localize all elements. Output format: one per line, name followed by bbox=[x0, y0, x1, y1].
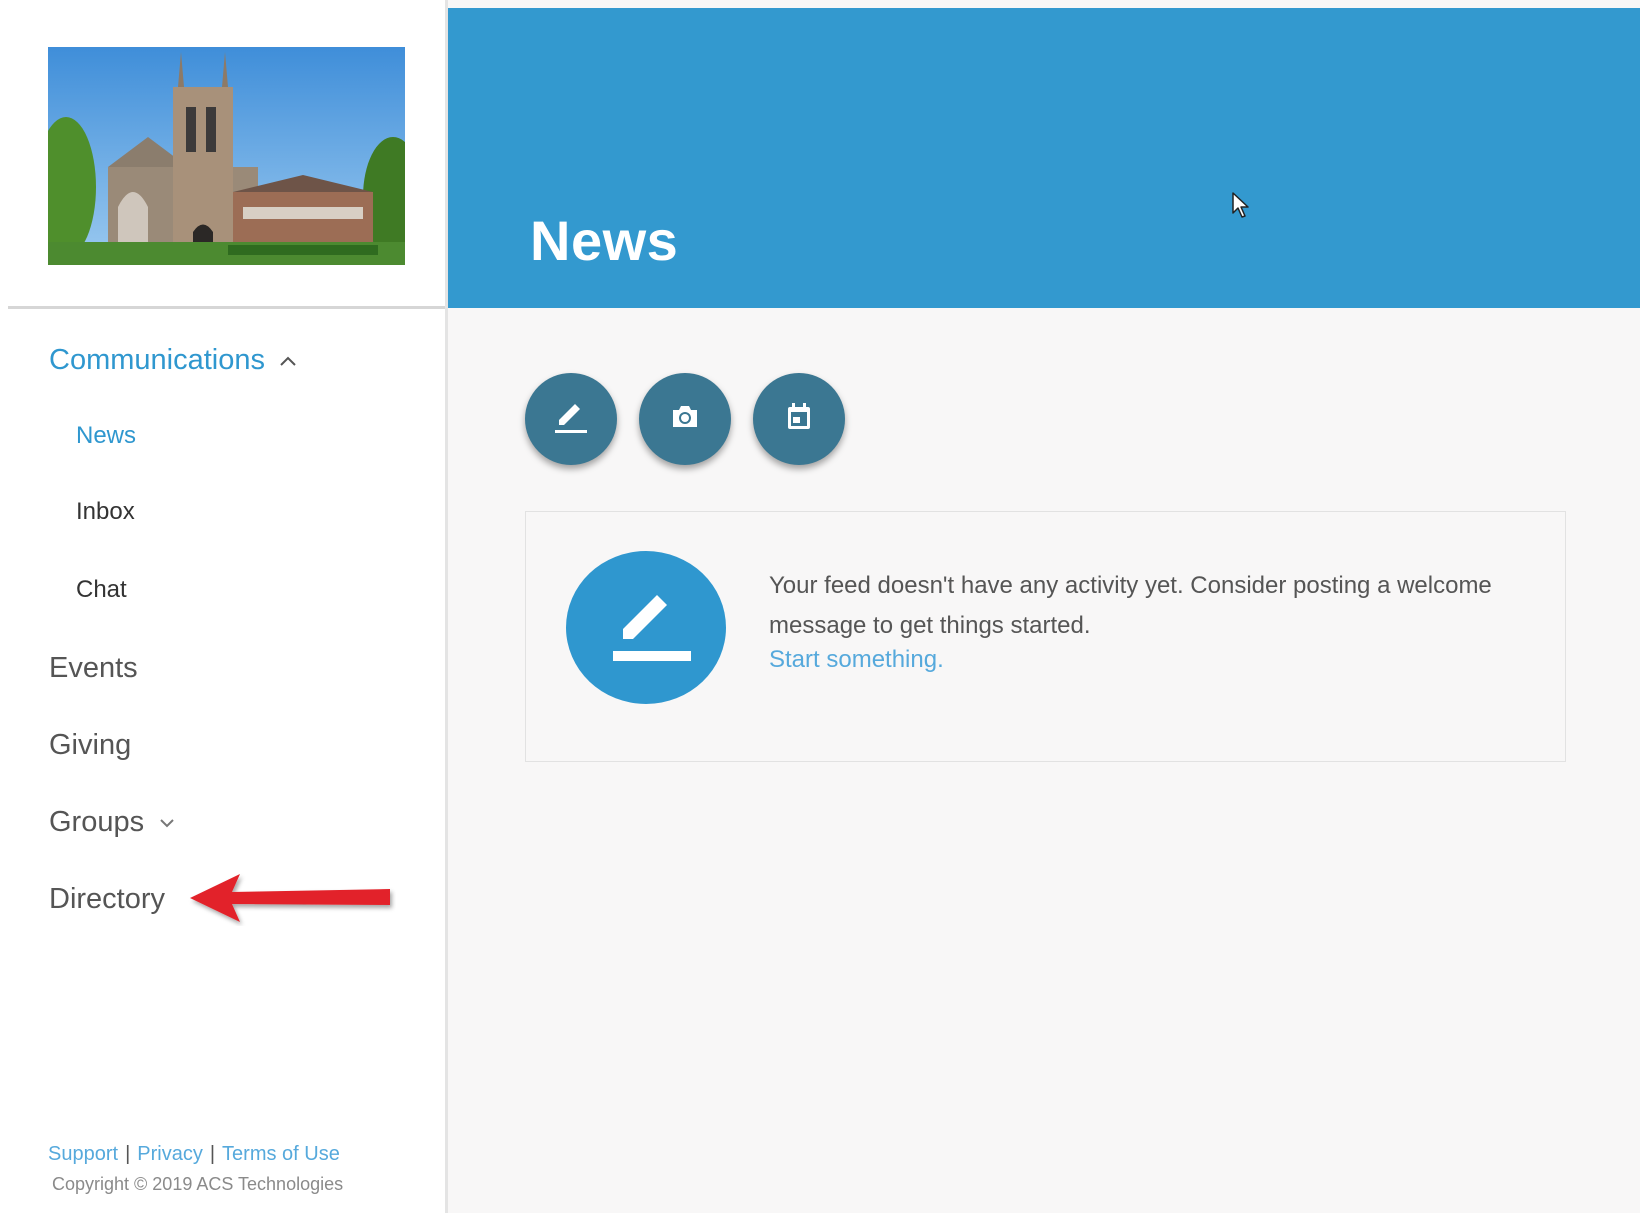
terms-of-use-link[interactable]: Terms of Use bbox=[222, 1143, 340, 1165]
sidebar: Communications News Inbox Chat Events Gi… bbox=[0, 0, 448, 1213]
privacy-link[interactable]: Privacy bbox=[137, 1143, 203, 1165]
event-post-button[interactable] bbox=[753, 373, 845, 465]
footer-separator: | bbox=[209, 1143, 216, 1165]
photo-post-button[interactable] bbox=[639, 373, 731, 465]
nav-chat[interactable]: Chat bbox=[76, 576, 127, 604]
pencil-icon bbox=[549, 395, 593, 444]
page-title: News bbox=[530, 209, 679, 272]
mouse-cursor-icon bbox=[1231, 191, 1251, 224]
calendar-icon bbox=[779, 397, 819, 442]
nav-events[interactable]: Events bbox=[49, 652, 138, 685]
nav-directory[interactable]: Directory bbox=[49, 883, 165, 916]
nav-groups-label: Groups bbox=[49, 806, 145, 838]
footer-separator: | bbox=[125, 1143, 131, 1165]
camera-icon bbox=[665, 397, 705, 442]
nav-chat-label: Chat bbox=[76, 576, 127, 603]
nav-events-label: Events bbox=[49, 652, 138, 684]
nav-inbox[interactable]: Inbox bbox=[76, 498, 135, 526]
nav-communications[interactable]: Communications bbox=[49, 344, 297, 377]
nav-giving[interactable]: Giving bbox=[49, 729, 131, 762]
new-post-button[interactable] bbox=[525, 373, 617, 465]
nav-inbox-label: Inbox bbox=[76, 498, 135, 525]
red-arrow-annotation-icon bbox=[186, 870, 396, 931]
support-link[interactable]: Support bbox=[48, 1143, 118, 1165]
nav-groups[interactable]: Groups bbox=[49, 806, 176, 839]
nav-directory-label: Directory bbox=[49, 883, 166, 915]
main-content: News Your feed doesn't have any activity… bbox=[448, 0, 1640, 1213]
nav-giving-label: Giving bbox=[49, 729, 132, 761]
start-something-link[interactable]: Start something. bbox=[769, 646, 944, 674]
nav-communications-label: Communications bbox=[49, 344, 265, 376]
pencil-icon bbox=[566, 551, 726, 704]
chevron-down-icon bbox=[158, 817, 176, 829]
nav-news-label: News bbox=[76, 422, 137, 449]
empty-feed-message: Your feed doesn't have any activity yet.… bbox=[769, 572, 1492, 639]
copyright-text: Copyright © 2019 ACS Technologies bbox=[52, 1174, 344, 1194]
page-header: News bbox=[448, 8, 1640, 308]
sidebar-divider bbox=[8, 306, 445, 309]
footer-links: Support | Privacy | Terms of Use bbox=[48, 1143, 340, 1166]
church-logo-image[interactable] bbox=[48, 47, 405, 265]
nav-news[interactable]: News bbox=[76, 422, 136, 450]
chevron-up-icon bbox=[279, 355, 297, 367]
empty-feed-card: Your feed doesn't have any activity yet.… bbox=[525, 511, 1566, 762]
